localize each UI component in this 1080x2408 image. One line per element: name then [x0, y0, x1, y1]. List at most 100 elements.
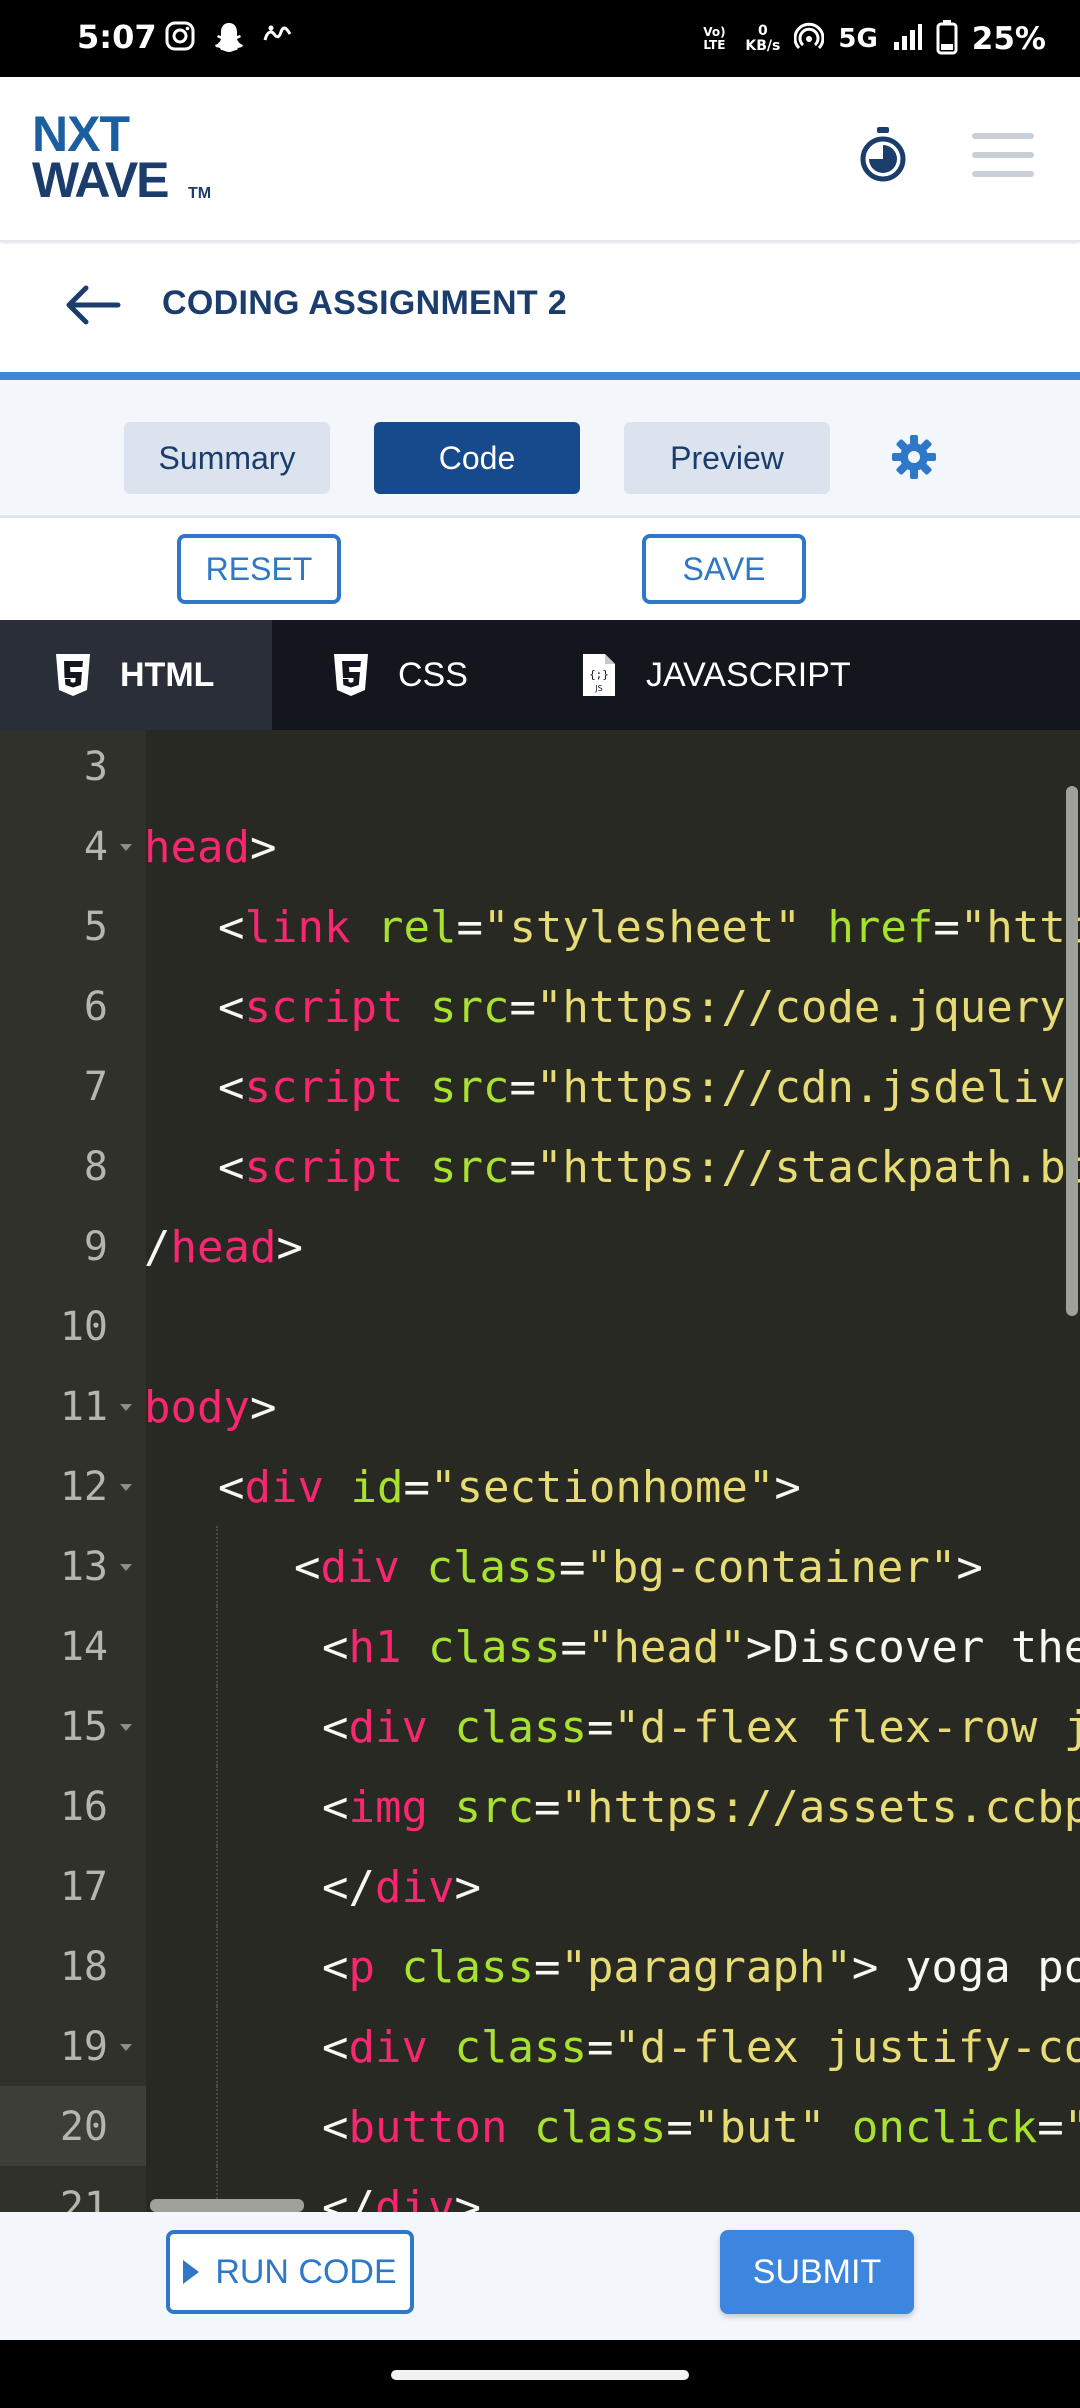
tab-preview[interactable]: Preview: [624, 422, 830, 494]
code-token: >: [454, 2182, 481, 2212]
code-token: >: [276, 1222, 303, 1273]
indent-guide: [216, 2006, 218, 2086]
code-line[interactable]: 3: [0, 730, 1080, 806]
code-line[interactable]: 4 head>: [0, 806, 1080, 886]
code-token: =: [533, 1782, 561, 1833]
code-line[interactable]: 8 <script src="https://stackpath.bo: [0, 1126, 1080, 1206]
code-text: </div>: [322, 1862, 481, 1913]
code-text: </div>: [322, 2182, 481, 2212]
app-header: NXT WAVE TM: [0, 77, 1080, 242]
fold-arrow-icon[interactable]: [120, 1484, 132, 1491]
code-token: class: [454, 2022, 587, 2073]
code-token: /: [144, 1222, 171, 1273]
code-line[interactable]: 14 <h1 class="head">Discover the: [0, 1606, 1080, 1686]
indent-guide: [216, 1766, 218, 1846]
code-text: <script src="https://stackpath.bo: [218, 1142, 1080, 1193]
line-number: 10: [59, 1304, 108, 1350]
code-token: "but": [692, 2102, 826, 2153]
code-token: =: [1037, 2102, 1064, 2153]
code-token: "d-flex flex-row j: [613, 1702, 1080, 1753]
code-line[interactable]: 16 <img src="https://assets.ccbp: [0, 1766, 1080, 1846]
run-code-button[interactable]: RUN CODE: [166, 2230, 414, 2314]
fold-arrow-icon[interactable]: [120, 1724, 132, 1731]
code-token: =: [509, 1142, 536, 1193]
fold-arrow-icon[interactable]: [120, 2044, 132, 2051]
tab-javascript-label: JAVASCRIPT: [646, 655, 851, 694]
code-token: div: [374, 2182, 455, 2212]
horizontal-scrollbar[interactable]: [150, 2199, 304, 2212]
vertical-scrollbar[interactable]: [1066, 786, 1078, 1316]
code-text: <h1 class="head">Discover the: [322, 1622, 1080, 1673]
line-number: 9: [83, 1224, 108, 1270]
code-token: <: [322, 1942, 349, 1993]
code-token: >: [956, 1542, 983, 1593]
code-token: src: [429, 1062, 510, 1113]
code-token: =: [509, 1062, 536, 1113]
code-line[interactable]: 13 <div class="bg-container">: [0, 1526, 1080, 1606]
tab-html[interactable]: HTML: [0, 620, 272, 730]
tab-code[interactable]: Code: [374, 422, 580, 494]
indent-guide: [216, 1846, 218, 1926]
code-text: <div class="d-flex justify-co: [322, 2022, 1080, 2073]
code-token: class: [427, 1622, 561, 1673]
language-tabs: HTML CSS {;} JS JAVASCRIPT: [0, 620, 1080, 730]
code-line[interactable]: 10: [0, 1286, 1080, 1366]
line-number: 13: [59, 1544, 108, 1590]
code-line[interactable]: 11 body>: [0, 1366, 1080, 1446]
page-title: CODING ASSIGNMENT 2: [162, 284, 567, 322]
line-number: 4: [83, 824, 108, 870]
code-line[interactable]: 18 <p class="paragraph"> yoga po: [0, 1926, 1080, 2006]
save-button[interactable]: SAVE: [642, 534, 806, 604]
signal-icon: [892, 22, 922, 56]
network-type: 5G: [838, 24, 878, 54]
code-line[interactable]: 15 <div class="d-flex flex-row j: [0, 1686, 1080, 1766]
fold-arrow-icon[interactable]: [120, 844, 132, 851]
hamburger-menu-icon[interactable]: [972, 133, 1034, 177]
code-text: <div id="sectionhome">: [218, 1462, 801, 1513]
logo-bottom: WAVE: [32, 152, 170, 208]
code-token: script: [244, 982, 404, 1033]
line-number: 16: [59, 1784, 108, 1830]
home-gesture-bar[interactable]: [391, 2370, 689, 2380]
fold-arrow-icon[interactable]: [120, 1404, 132, 1411]
code-line[interactable]: 9/head>: [0, 1206, 1080, 1286]
code-line[interactable]: 6 <script src="https://code.jquery: [0, 966, 1080, 1046]
code-token: button: [348, 2102, 508, 2153]
nxtwave-logo[interactable]: NXT WAVE TM: [32, 105, 222, 208]
code-token: script: [244, 1062, 404, 1113]
stopwatch-icon[interactable]: [855, 125, 911, 185]
code-line[interactable]: 17 </div>: [0, 1846, 1080, 1926]
code-token: h1: [348, 1622, 402, 1673]
tab-css[interactable]: CSS: [332, 620, 468, 730]
back-arrow-icon[interactable]: [62, 280, 122, 330]
tab-summary[interactable]: Summary: [124, 422, 330, 494]
code-line[interactable]: 5 <link rel="stylesheet" href="http: [0, 886, 1080, 966]
code-line[interactable]: 12 <div id="sectionhome">: [0, 1446, 1080, 1526]
code-token: <: [322, 1782, 349, 1833]
tab-javascript[interactable]: {;} JS JAVASCRIPT: [580, 620, 851, 730]
code-line[interactable]: 19 <div class="d-flex justify-co: [0, 2006, 1080, 2086]
code-token: onclick: [851, 2102, 1038, 2153]
editor-actions: RESET SAVE: [0, 518, 1080, 620]
code-token: "https://stackpath.bo: [535, 1142, 1080, 1193]
fold-arrow-icon[interactable]: [120, 1564, 132, 1571]
status-time: 5:07: [77, 18, 157, 56]
volte-label: Vo) LTE: [703, 25, 726, 52]
code-line[interactable]: 20<button class="but" onclick=": [0, 2086, 1080, 2166]
submit-button[interactable]: SUBMIT: [720, 2230, 914, 2314]
code-editor[interactable]: 3 4 head > 5 <link rel="stylesheet" href="htt…: [0, 730, 1080, 2212]
code-token: <: [322, 1702, 349, 1753]
line-number: 21: [59, 2184, 108, 2212]
assignment-title-bar: CODING ASSIGNMENT 2: [0, 244, 1080, 372]
reset-button[interactable]: RESET: [177, 534, 341, 604]
code-line[interactable]: 7 <script src="https://cdn.jsdeliv: [0, 1046, 1080, 1126]
code-token: head: [144, 822, 250, 873]
settings-gear-icon[interactable]: [889, 432, 939, 482]
